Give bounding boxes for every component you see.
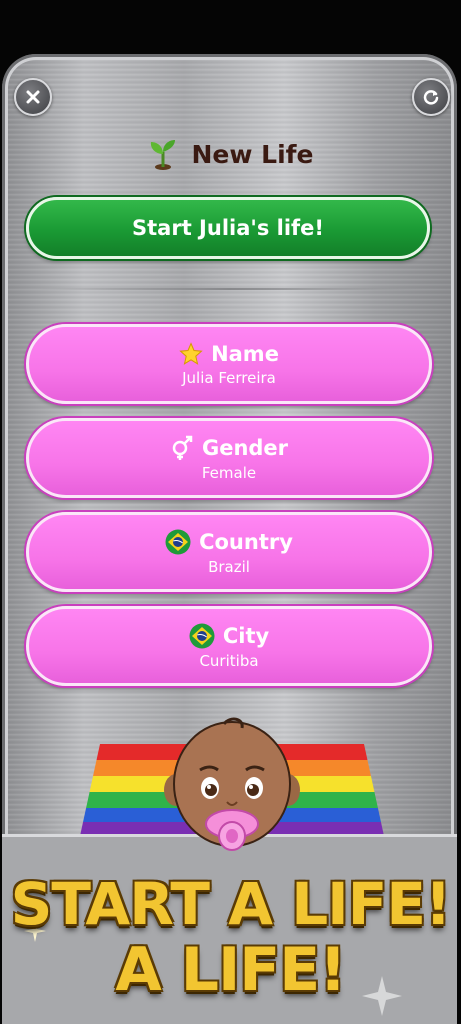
brazil-flag-icon xyxy=(165,529,191,554)
page-title: New Life xyxy=(191,139,314,169)
page-title-row: New Life xyxy=(2,134,457,174)
randomize-button[interactable] xyxy=(412,78,450,116)
star-icon xyxy=(179,341,203,365)
gender-value: Female xyxy=(201,463,257,482)
start-life-button[interactable]: Start Julia's life! xyxy=(26,197,430,259)
refresh-icon xyxy=(423,90,439,105)
gender-option-title: Gender xyxy=(170,435,288,461)
city-label: City xyxy=(222,623,270,648)
country-option-title: Country xyxy=(165,529,293,555)
close-icon xyxy=(26,90,40,104)
baby-with-pacifier-icon xyxy=(164,717,300,851)
city-option-title: City xyxy=(189,623,269,649)
name-option-title: Name xyxy=(179,342,279,366)
country-label: Country xyxy=(199,529,293,554)
country-option[interactable]: Country Brazil xyxy=(26,512,432,592)
city-value: Curitiba xyxy=(199,651,259,670)
gender-label: Gender xyxy=(201,435,289,460)
gender-option[interactable]: Gender Female xyxy=(26,418,432,498)
promo-line-2: A LIFE! xyxy=(115,935,346,1005)
brazil-flag-icon xyxy=(189,623,215,648)
divider xyxy=(32,288,427,290)
gender-icon xyxy=(172,435,193,460)
seedling-icon xyxy=(151,140,176,170)
country-value: Brazil xyxy=(208,557,250,576)
close-button[interactable] xyxy=(14,78,52,116)
name-option[interactable]: Name Julia Ferreira xyxy=(26,324,432,404)
promo-line-1: START A LIFE! xyxy=(10,870,452,938)
city-option[interactable]: City Curitiba xyxy=(26,606,432,686)
name-value: Julia Ferreira xyxy=(182,368,276,387)
name-label: Name xyxy=(211,341,279,366)
